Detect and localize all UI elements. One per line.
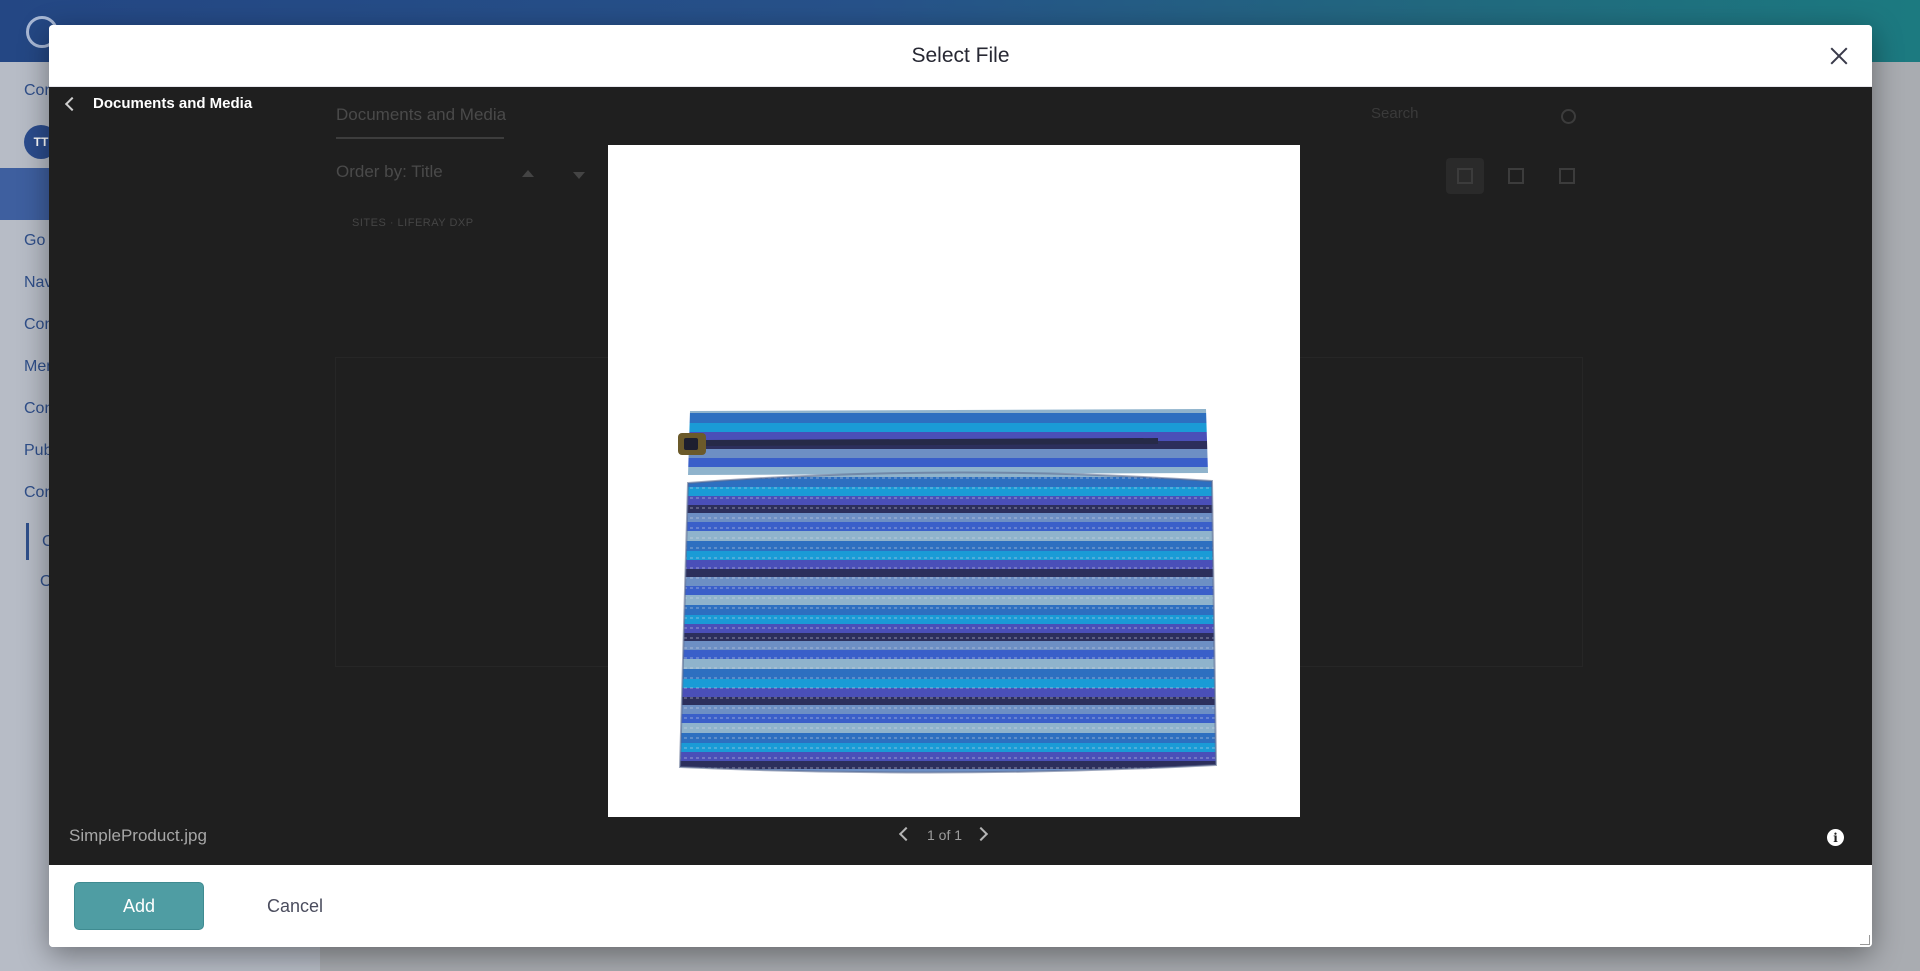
preview-pagination: 1 of 1 — [889, 823, 1000, 847]
back-label: Documents and Media — [93, 95, 253, 112]
breadcrumb: SITES · LIFERAY DXP — [352, 217, 474, 229]
resize-handle[interactable] — [1860, 935, 1870, 945]
info-icon[interactable]: i — [1827, 829, 1844, 846]
tab-underline — [336, 137, 504, 139]
sort-descending-icon — [573, 172, 585, 179]
image-preview — [608, 145, 1300, 817]
cancel-button[interactable]: Cancel — [267, 882, 323, 930]
add-button[interactable]: Add — [74, 882, 204, 930]
close-icon[interactable] — [1826, 43, 1852, 69]
file-name: SimpleProduct.jpg — [69, 826, 207, 845]
modal-header: Select File — [49, 25, 1872, 87]
order-by-dropdown: Order by: Title — [336, 162, 443, 181]
back-button[interactable]: Documents and Media — [61, 95, 252, 112]
chevron-right-icon[interactable] — [970, 823, 1000, 847]
repository-tab: Documents and Media — [336, 105, 507, 124]
card-view-icon — [1446, 158, 1484, 194]
table-view-icon — [1548, 158, 1586, 194]
sort-ascending-icon — [522, 170, 534, 177]
select-file-modal: Select File Documents and Media Search O… — [49, 25, 1872, 947]
modal-title: Select File — [911, 43, 1010, 67]
search-icon — [1561, 109, 1576, 124]
search-input: Search — [1371, 105, 1419, 122]
image-viewer: Documents and Media Search Order by: Tit… — [49, 87, 1872, 865]
modal-footer: Add Cancel — [49, 865, 1872, 947]
chevron-left-icon[interactable] — [889, 823, 919, 847]
chevron-left-icon — [64, 96, 80, 111]
list-view-icon — [1497, 158, 1535, 194]
product-image — [678, 409, 1218, 774]
sidebar-active-indicator — [26, 523, 29, 560]
pagination-count: 1 of 1 — [927, 827, 963, 843]
